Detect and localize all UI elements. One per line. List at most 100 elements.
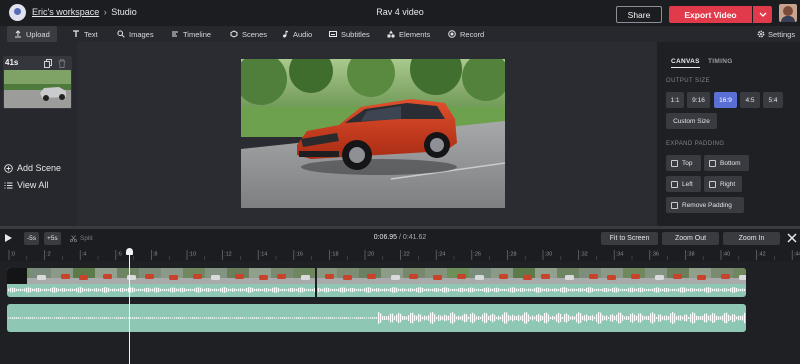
audio-waveform-bar bbox=[188, 317, 190, 319]
zoom-in-button[interactable]: Zoom In bbox=[723, 232, 780, 245]
tool-upload[interactable]: Upload bbox=[7, 26, 57, 42]
workspace-link[interactable]: Eric's workspace bbox=[32, 7, 99, 17]
audio-waveform-bar bbox=[232, 317, 234, 319]
close-icon[interactable] bbox=[786, 232, 798, 244]
skip-back-button[interactable]: -5s bbox=[24, 232, 40, 245]
remove-padding-checkbox[interactable]: Remove Padding bbox=[666, 197, 744, 213]
export-video-button[interactable]: Export Video bbox=[669, 6, 752, 23]
ratio-16-9-button[interactable]: 16:9 bbox=[714, 92, 737, 108]
audio-waveform-bar bbox=[446, 315, 448, 321]
play-icon[interactable] bbox=[5, 234, 12, 242]
waveform-bar bbox=[340, 287, 342, 293]
padding-top-checkbox[interactable]: Top bbox=[666, 155, 701, 171]
waveform-bar bbox=[88, 288, 90, 292]
waveform-bar bbox=[520, 288, 522, 292]
tool-record[interactable]: Record bbox=[448, 26, 484, 42]
tool-scenes[interactable]: Scenes bbox=[230, 26, 267, 42]
trash-icon[interactable] bbox=[58, 59, 66, 68]
user-avatar[interactable] bbox=[779, 4, 797, 22]
audio-waveform-bar bbox=[336, 317, 338, 319]
audio-waveform-bar bbox=[362, 317, 364, 319]
add-scene-label: Add Scene bbox=[17, 163, 62, 173]
audio-waveform-bar bbox=[432, 312, 434, 324]
audio-waveform-bar bbox=[666, 315, 668, 321]
tab-canvas[interactable]: CANVAS bbox=[671, 58, 700, 68]
waveform-bar bbox=[476, 289, 478, 291]
settings-button[interactable]: Settings bbox=[757, 26, 795, 42]
playhead[interactable] bbox=[129, 252, 130, 364]
audio-clip-track[interactable] bbox=[7, 304, 746, 332]
timeline-ruler[interactable]: :0:2:4:6:8:10:12:14:16:18:20:22:24:26:28… bbox=[0, 248, 800, 261]
waveform-bar bbox=[18, 288, 20, 292]
view-all-button[interactable]: View All bbox=[4, 180, 48, 190]
export-options-button[interactable] bbox=[753, 6, 772, 23]
audio-waveform-bar bbox=[196, 317, 198, 319]
audio-waveform-bar bbox=[334, 317, 336, 319]
audio-waveform-bar bbox=[254, 317, 256, 319]
tab-timing[interactable]: TIMING bbox=[708, 58, 733, 65]
audio-waveform-bar bbox=[136, 317, 138, 319]
audio-waveform-bar bbox=[604, 316, 606, 320]
zoom-out-button[interactable]: Zoom Out bbox=[662, 232, 719, 245]
audio-waveform-bar bbox=[508, 315, 510, 321]
add-scene-button[interactable]: Add Scene bbox=[4, 163, 61, 173]
waveform-bar bbox=[722, 288, 724, 292]
tool-audio[interactable]: Audio bbox=[281, 26, 312, 42]
checkbox-icon bbox=[671, 180, 678, 188]
audio-waveform-bar bbox=[40, 317, 42, 319]
audio-waveform-bar bbox=[690, 313, 692, 323]
custom-size-button[interactable]: Custom Size bbox=[666, 113, 717, 129]
ratio-4-5-button[interactable]: 4:5 bbox=[740, 92, 760, 108]
audio-waveform-bar bbox=[602, 315, 604, 321]
tool-timeline[interactable]: Timeline bbox=[171, 26, 211, 42]
scene-thumbnail[interactable] bbox=[4, 70, 71, 108]
waveform-bar bbox=[192, 289, 194, 291]
audio-waveform-bar bbox=[592, 315, 594, 321]
audio-waveform-bar bbox=[506, 312, 508, 324]
padding-right-checkbox[interactable]: Right bbox=[704, 176, 742, 192]
ratio-5-4-button[interactable]: 5:4 bbox=[763, 92, 783, 108]
waveform-bar bbox=[564, 287, 566, 293]
waveform-bar bbox=[112, 288, 114, 292]
tool-images[interactable]: Images bbox=[117, 26, 154, 42]
tool-subtitles[interactable]: Subtitles bbox=[329, 26, 370, 42]
audio-waveform-bar bbox=[426, 316, 428, 320]
waveform-bar bbox=[292, 287, 294, 293]
padding-bottom-checkbox[interactable]: Bottom bbox=[704, 155, 749, 171]
waveform-bar bbox=[326, 287, 328, 293]
audio-waveform-bar bbox=[706, 313, 708, 323]
audio-waveform-bar bbox=[490, 314, 492, 322]
video-clip-track[interactable] bbox=[7, 268, 746, 297]
duplicate-icon[interactable] bbox=[44, 59, 52, 68]
clip-separator bbox=[315, 268, 317, 297]
playhead-handle[interactable] bbox=[126, 248, 133, 255]
waveform-bar bbox=[152, 288, 154, 292]
audio-waveform-bar bbox=[244, 317, 246, 319]
clip-thumbnail-car bbox=[103, 274, 112, 279]
workspace-logo-icon[interactable] bbox=[9, 4, 26, 21]
tool-elements[interactable]: Elements bbox=[387, 26, 430, 42]
fit-to-screen-button[interactable]: Fit to Screen bbox=[601, 232, 658, 245]
waveform-bar bbox=[110, 289, 112, 291]
audio-waveform-bar bbox=[124, 317, 126, 319]
audio-waveform-bar bbox=[98, 317, 100, 319]
waveform-bar bbox=[370, 287, 372, 293]
waveform-bar bbox=[650, 289, 652, 291]
split-button[interactable]: Split bbox=[66, 232, 97, 245]
video-preview[interactable] bbox=[241, 59, 505, 208]
ratio-9-16-button[interactable]: 9:16 bbox=[687, 92, 710, 108]
waveform-bar bbox=[92, 289, 94, 291]
padding-left-checkbox[interactable]: Left bbox=[666, 176, 701, 192]
waveform-bar bbox=[462, 287, 464, 293]
waveform-bar bbox=[532, 289, 534, 291]
ruler-tick-label: :28 bbox=[509, 252, 517, 258]
waveform-bar bbox=[440, 288, 442, 292]
skip-forward-button[interactable]: +5s bbox=[44, 232, 61, 245]
waveform-bar bbox=[512, 287, 514, 293]
tool-text[interactable]: Text bbox=[72, 26, 98, 42]
audio-waveform-bar bbox=[144, 317, 146, 319]
ratio-1-1-button[interactable]: 1:1 bbox=[666, 92, 684, 108]
audio-waveform-bar bbox=[640, 313, 642, 323]
waveform-bar bbox=[352, 287, 354, 293]
share-button[interactable]: Share bbox=[616, 6, 662, 23]
